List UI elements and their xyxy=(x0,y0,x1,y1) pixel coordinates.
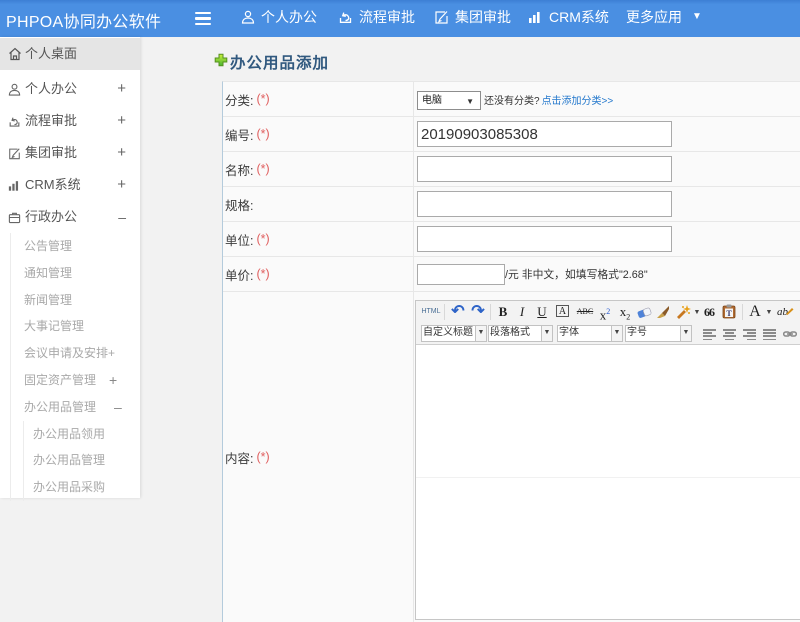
svg-text:T: T xyxy=(726,309,732,318)
